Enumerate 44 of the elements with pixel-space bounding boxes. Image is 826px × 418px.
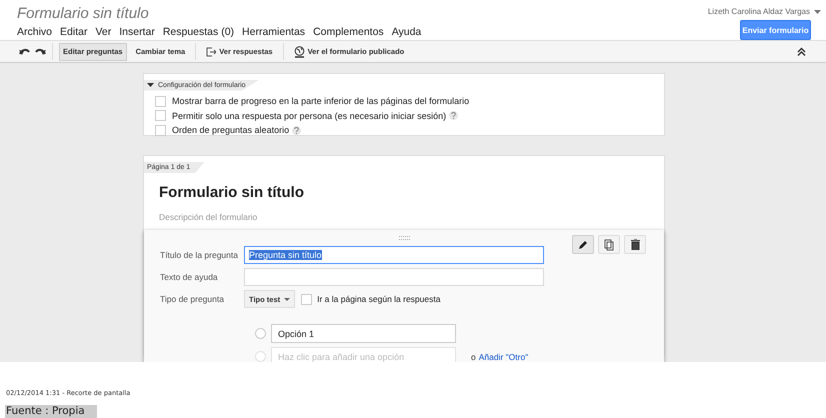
copy-icon bbox=[604, 238, 614, 250]
option-label: Permitir solo una respuesta por persona (es necesario iniciar sesión) bbox=[172, 110, 446, 121]
caret-icon[interactable] bbox=[814, 10, 821, 14]
trash-icon bbox=[630, 239, 640, 250]
menu-item[interactable]: Complementos bbox=[313, 26, 384, 38]
field-label: Tipo de pregunta bbox=[160, 294, 225, 304]
help-text-field[interactable] bbox=[244, 268, 544, 286]
edit-button[interactable] bbox=[572, 235, 594, 254]
menu-item[interactable]: Ver bbox=[95, 26, 112, 38]
option-label: Orden de preguntas aleatorio bbox=[172, 125, 290, 136]
help-icon[interactable] bbox=[449, 111, 458, 120]
undo-icon[interactable] bbox=[19, 48, 30, 55]
delete-button[interactable] bbox=[624, 235, 646, 254]
checkbox[interactable] bbox=[155, 124, 166, 136]
duplicate-button[interactable] bbox=[598, 235, 620, 254]
pencil-icon bbox=[578, 240, 588, 250]
caret-icon bbox=[284, 298, 290, 300]
option-field[interactable]: Opción 1 bbox=[271, 324, 456, 343]
source-note: Fuente : Propia bbox=[5, 405, 97, 418]
redo-icon[interactable] bbox=[35, 48, 46, 55]
field-label: Texto de ayuda bbox=[160, 272, 219, 282]
option-label: Mostrar barra de progreso en la parte inferior de las páginas del formulario bbox=[172, 96, 470, 106]
or-text: o bbox=[471, 352, 476, 362]
form-title[interactable]: Formulario sin título bbox=[159, 184, 664, 201]
checkbox-label: Ir a la página según la respuesta bbox=[317, 294, 440, 304]
menu-item[interactable]: Editar bbox=[60, 26, 88, 38]
question-title-field[interactable]: Pregunta sin título bbox=[244, 246, 544, 264]
user-name[interactable]: Lizeth Carolina Aldaz Vargas bbox=[708, 7, 810, 16]
menu-item[interactable]: Ayuda bbox=[392, 26, 422, 38]
export-icon bbox=[206, 46, 216, 56]
menu-item[interactable]: Herramientas bbox=[242, 26, 306, 38]
help-icon[interactable] bbox=[292, 126, 302, 135]
field-label: Título de la pregunta bbox=[160, 250, 239, 260]
add-other-link[interactable]: Añadir "Otro" bbox=[478, 352, 528, 362]
collapse-icon[interactable] bbox=[797, 47, 806, 56]
menu-item[interactable]: Respuestas (0) bbox=[162, 26, 234, 38]
checkbox[interactable] bbox=[155, 96, 166, 107]
globe-icon bbox=[294, 46, 305, 58]
document-title[interactable]: Formulario sin título bbox=[17, 5, 422, 22]
checkbox[interactable] bbox=[155, 110, 166, 122]
menu-item[interactable]: Archivo bbox=[17, 26, 52, 38]
menu-item[interactable]: Insertar bbox=[119, 26, 155, 38]
radio-button[interactable] bbox=[255, 328, 266, 339]
checkbox[interactable] bbox=[301, 294, 312, 304]
